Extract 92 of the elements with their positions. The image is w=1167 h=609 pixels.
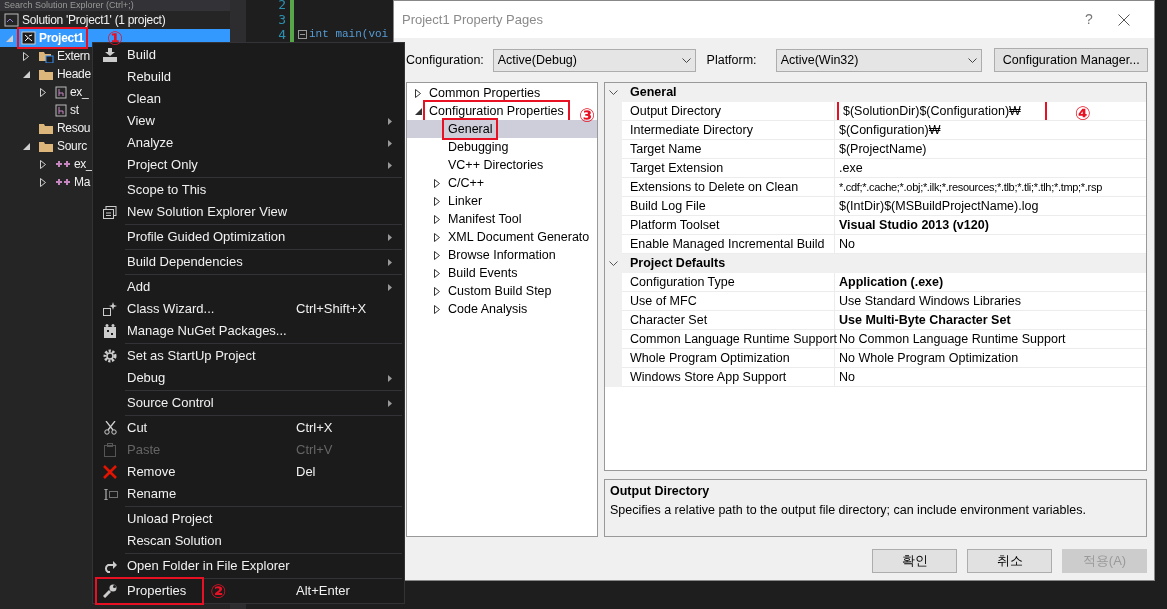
menu-item-label: Cut xyxy=(127,419,148,438)
tree-item-label: Debugging xyxy=(448,139,509,154)
tree-item-label: Common Properties xyxy=(429,85,541,100)
menu-item-label: Project Only xyxy=(127,156,198,175)
menu-item-label: Rescan Solution xyxy=(127,532,222,551)
property-name: Target Extension xyxy=(622,159,835,178)
property-value: $(IntDir)$(MSBuildProjectName).log xyxy=(839,197,1039,215)
property-value: No xyxy=(839,235,855,253)
menu-item-label: Debug xyxy=(127,369,166,388)
line-number: 4 xyxy=(278,27,286,42)
menu-item-label: Remove xyxy=(127,463,176,482)
menu-item-label: Build xyxy=(127,46,156,65)
tree-item-label: Resou xyxy=(57,120,91,137)
property-value: No Common Language Runtime Support xyxy=(839,330,1066,348)
property-name: Whole Program Optimization xyxy=(622,349,835,368)
shortcut-label: Ctrl+Shift+X xyxy=(296,300,368,319)
menu-item-label: Class Wizard... xyxy=(127,300,215,319)
menu-item-label: Source Control xyxy=(127,394,214,413)
property-value: No Whole Program Optimization xyxy=(839,349,1019,367)
property-name: Target Name xyxy=(622,140,835,159)
property-value: $(ProjectName) xyxy=(839,140,927,158)
tree-item-label: Manifest Tool xyxy=(448,211,522,226)
menu-item-label: Manage NuGet Packages... xyxy=(127,322,287,341)
menu-item-label: Paste xyxy=(127,441,161,460)
tree-item-label: C/C++ xyxy=(448,175,485,190)
tree-item-label: Heade xyxy=(57,66,91,83)
description-text: Specifies a relative path to the output file directory; can include environment variables. xyxy=(610,501,1087,519)
menu-item-label: Clean xyxy=(127,90,161,109)
menu-item-label: Analyze xyxy=(127,134,174,153)
category-title: General xyxy=(630,84,677,102)
tree-item-label: Linker xyxy=(448,193,483,208)
property-value: .exe xyxy=(839,159,863,177)
property-name: Intermediate Directory xyxy=(622,121,835,140)
tree-item-label: General xyxy=(448,121,493,136)
property-name: Character Set xyxy=(622,311,835,330)
menu-item-label: Open Folder in File Explorer xyxy=(127,557,290,576)
tree-item-label: Code Analysis xyxy=(448,301,528,316)
tree-item-label: Extern xyxy=(57,48,90,65)
menu-item-label: Rename xyxy=(127,485,177,504)
property-value: *.cdf;*.cache;*.obj;*.ilk;*.resources;*.tlb;*.tli;*.tlh;*.tmp;*.rsp xyxy=(839,179,1102,195)
menu-item-label: View xyxy=(127,112,155,131)
tree-item-label: Project1 xyxy=(39,30,84,47)
property-value: No xyxy=(839,368,855,386)
tree-item-label: Sourc xyxy=(57,138,87,155)
property-value: Application (.exe) xyxy=(839,273,944,291)
tree-item-label: ex_ xyxy=(70,84,89,101)
tree-item-label: Solution 'Project1' (1 project) xyxy=(22,12,166,29)
line-number: 2 xyxy=(278,0,286,12)
menu-item-label: Unload Project xyxy=(127,510,213,529)
tree-item-label: VC++ Directories xyxy=(448,157,544,172)
line-number: 3 xyxy=(278,12,286,27)
shortcut-label: Alt+Enter xyxy=(296,582,351,601)
shortcut-label: Ctrl+X xyxy=(296,419,334,438)
menu-item-label: New Solution Explorer View xyxy=(127,203,288,222)
tree-item-label: Browse Information xyxy=(448,247,556,262)
menu-item-label: Add xyxy=(127,278,151,297)
shortcut-label: Del xyxy=(296,463,317,482)
property-name: Windows Store App Support xyxy=(622,368,835,387)
tree-item-label: XML Document Generato xyxy=(448,229,590,244)
property-name: Use of MFC xyxy=(622,292,835,311)
property-value: Use Standard Windows Libraries xyxy=(839,292,1022,310)
description-title: Output Directory xyxy=(610,483,711,501)
field-label: Configuration: xyxy=(406,51,485,69)
property-value: Use Multi-Byte Character Set xyxy=(839,311,1011,329)
field-label: Platform: xyxy=(706,51,758,69)
category-title: Project Defaults xyxy=(630,255,726,273)
property-value: $(Configuration)₩ xyxy=(839,121,941,139)
tree-item-label: Custom Build Step xyxy=(448,283,552,298)
property-name: Output Directory xyxy=(622,102,835,121)
menu-item-label: Profile Guided Optimization xyxy=(127,228,286,247)
property-name: Configuration Type xyxy=(622,273,835,292)
menu-item-label: Set as StartUp Project xyxy=(127,347,256,366)
property-value: $(SolutionDir)$(Configuration)₩ xyxy=(839,102,1045,120)
shortcut-label: Ctrl+V xyxy=(296,441,334,460)
tree-item-label: ex_ xyxy=(74,156,93,173)
menu-item-label: Rebuild xyxy=(127,68,172,87)
tree-item-label: st xyxy=(70,102,79,119)
property-name: Build Log File xyxy=(622,197,835,216)
menu-item-label: Scope to This xyxy=(127,181,207,200)
property-name: Extensions to Delete on Clean xyxy=(622,178,835,197)
menu-item-label: Build Dependencies xyxy=(127,253,243,272)
step-number: ② xyxy=(210,581,227,601)
tree-item-label: Configuration Properties xyxy=(429,103,564,118)
property-name: Platform Toolset xyxy=(622,216,835,235)
property-name: Common Language Runtime Support xyxy=(622,330,835,349)
menu-item-label: Properties xyxy=(127,582,187,601)
code-line: int main(voi xyxy=(309,27,389,42)
window-title: Project1 Property Pages xyxy=(402,10,544,29)
tree-item-label: Build Events xyxy=(448,265,518,280)
tree-item-label: Ma xyxy=(74,174,91,191)
step-number: ④ xyxy=(1074,103,1091,120)
property-value: Visual Studio 2013 (v120) xyxy=(839,216,989,234)
